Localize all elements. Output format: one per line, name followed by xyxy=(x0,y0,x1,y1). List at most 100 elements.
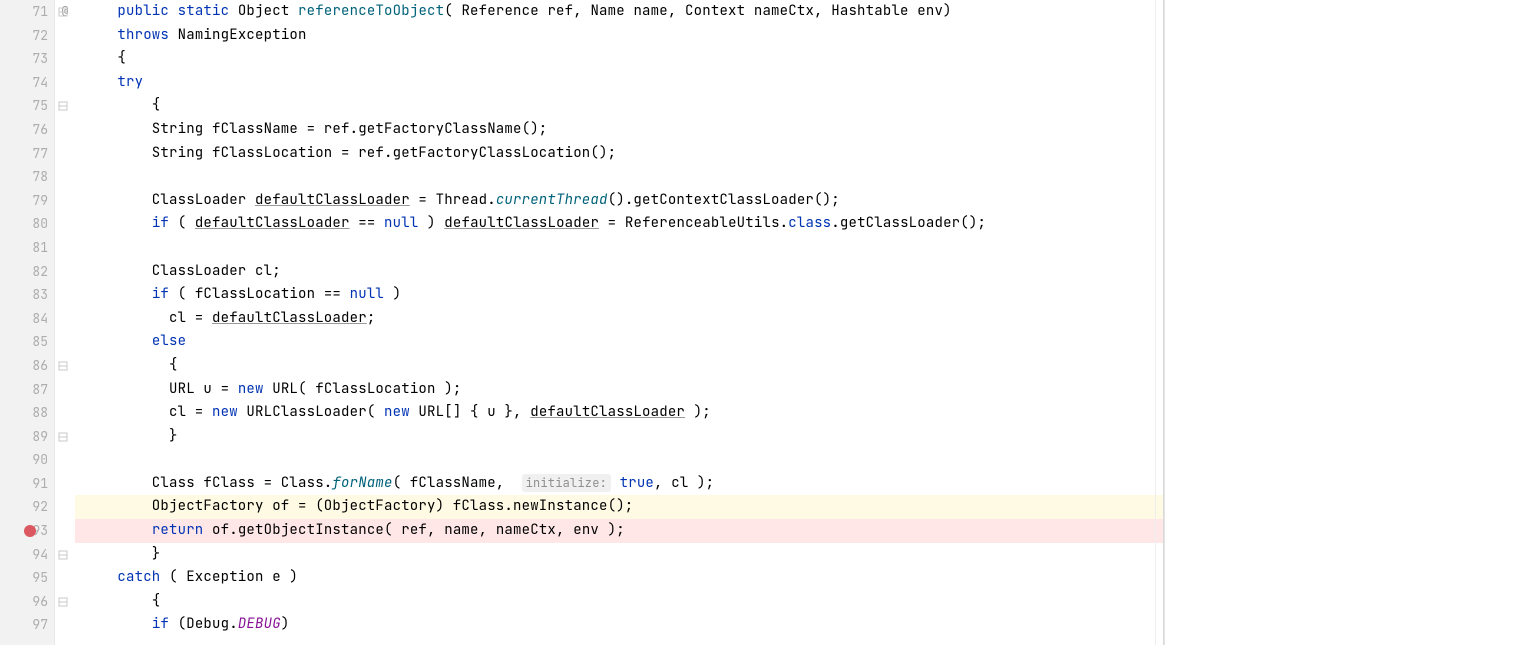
gutter-marker[interactable] xyxy=(55,142,75,166)
line-number[interactable]: 81 xyxy=(0,236,54,260)
gutter-marker[interactable] xyxy=(55,519,75,543)
gutter-marker[interactable] xyxy=(55,495,75,519)
gutter-marker[interactable] xyxy=(55,613,75,637)
gutter-marker[interactable]: @ xyxy=(55,0,75,24)
line-number[interactable]: 78 xyxy=(0,165,54,189)
code-line[interactable]: { xyxy=(75,354,1164,378)
code-token: new xyxy=(384,403,410,421)
line-number[interactable]: 75 xyxy=(0,94,54,118)
gutter-marker[interactable] xyxy=(55,543,75,567)
line-number[interactable]: 86 xyxy=(0,354,54,378)
gutter-marker[interactable] xyxy=(55,94,75,118)
gutter-marker[interactable] xyxy=(55,260,75,284)
code-token: try xyxy=(117,73,143,91)
code-line[interactable] xyxy=(75,448,1164,472)
line-number[interactable]: 82 xyxy=(0,260,54,284)
code-line[interactable]: if ( fClassLocation == null ) xyxy=(75,283,1164,307)
gutter-marker[interactable] xyxy=(55,472,75,496)
line-number[interactable]: 85 xyxy=(0,330,54,354)
gutter-marker[interactable] xyxy=(55,448,75,472)
line-number[interactable]: 80 xyxy=(0,212,54,236)
line-number[interactable]: 94 xyxy=(0,543,54,567)
line-number[interactable]: 90 xyxy=(0,448,54,472)
marker-column[interactable]: @ xyxy=(55,0,75,645)
line-number[interactable]: 89 xyxy=(0,425,54,449)
gutter-marker[interactable] xyxy=(55,354,75,378)
right-margin-ruler xyxy=(1155,0,1156,645)
gutter-marker[interactable] xyxy=(55,330,75,354)
line-number[interactable]: 79 xyxy=(0,189,54,213)
gutter-marker[interactable] xyxy=(55,236,75,260)
gutter-marker[interactable] xyxy=(55,212,75,236)
code-line[interactable]: try xyxy=(75,71,1164,95)
fold-icon[interactable] xyxy=(58,432,68,442)
code-line[interactable]: String fClassLocation = ref.getFactoryCl… xyxy=(75,142,1164,166)
line-number[interactable]: 83 xyxy=(0,283,54,307)
line-number[interactable]: 88 xyxy=(0,401,54,425)
line-number[interactable]: 77 xyxy=(0,142,54,166)
code-line[interactable]: Class fClass = Class.forName( fClassName… xyxy=(75,472,1164,496)
code-line[interactable] xyxy=(75,165,1164,189)
code-line[interactable] xyxy=(75,236,1164,260)
code-line[interactable]: { xyxy=(75,94,1164,118)
gutter-marker[interactable] xyxy=(55,165,75,189)
line-number[interactable]: 91 xyxy=(0,472,54,496)
code-line[interactable]: throws NamingException xyxy=(75,24,1164,48)
line-number-gutter[interactable]: 7172737475767778798081828384858687888990… xyxy=(0,0,55,645)
code-token: defaultClassLoader xyxy=(530,403,685,421)
fold-icon[interactable] xyxy=(58,597,68,607)
code-line[interactable]: catch ( Exception e ) xyxy=(75,566,1164,590)
code-token: return xyxy=(152,521,204,539)
gutter-marker[interactable] xyxy=(55,47,75,71)
gutter-marker[interactable] xyxy=(55,566,75,590)
code-line[interactable]: else xyxy=(75,330,1164,354)
line-number[interactable]: 92 xyxy=(0,495,54,519)
code-line[interactable]: { xyxy=(75,47,1164,71)
gutter-marker[interactable] xyxy=(55,189,75,213)
right-margin xyxy=(1165,0,1535,645)
code-token: forName xyxy=(332,474,392,492)
code-token: class xyxy=(788,214,831,232)
breakpoint-icon[interactable] xyxy=(24,525,36,537)
code-line[interactable]: String fClassName = ref.getFactoryClassN… xyxy=(75,118,1164,142)
gutter-marker[interactable] xyxy=(55,307,75,331)
code-token: throws xyxy=(117,26,169,44)
line-number[interactable]: 71 xyxy=(0,0,54,24)
line-number[interactable]: 72 xyxy=(0,24,54,48)
line-number[interactable]: 84 xyxy=(0,307,54,331)
code-line[interactable]: if (Debug.DEBUG) xyxy=(75,613,1164,637)
code-line[interactable]: ClassLoader cl; xyxy=(75,260,1164,284)
code-line[interactable]: } xyxy=(75,425,1164,449)
gutter-marker[interactable] xyxy=(55,71,75,95)
code-line[interactable]: ClassLoader defaultClassLoader = Thread.… xyxy=(75,189,1164,213)
gutter-marker[interactable] xyxy=(55,283,75,307)
fold-icon[interactable] xyxy=(58,550,68,560)
gutter-marker[interactable] xyxy=(55,425,75,449)
code-line[interactable]: return of.getObjectInstance( ref, name, … xyxy=(75,519,1164,543)
code-line[interactable]: public static Object referenceToObject( … xyxy=(75,0,1164,24)
code-line[interactable]: } xyxy=(75,543,1164,567)
fold-icon[interactable] xyxy=(58,7,68,17)
code-line[interactable]: cl = new URLClassLoader( new URL[] { u }… xyxy=(75,401,1164,425)
gutter-marker[interactable] xyxy=(55,24,75,48)
code-line[interactable]: if ( defaultClassLoader == null ) defaul… xyxy=(75,212,1164,236)
code-line[interactable]: { xyxy=(75,590,1164,614)
code-line[interactable]: cl = defaultClassLoader; xyxy=(75,307,1164,331)
gutter-marker[interactable] xyxy=(55,590,75,614)
line-number[interactable]: 74 xyxy=(0,71,54,95)
gutter-marker[interactable] xyxy=(55,401,75,425)
code-token: true xyxy=(620,474,654,492)
code-line[interactable]: ObjectFactory of = (ObjectFactory) fClas… xyxy=(75,495,1164,519)
line-number[interactable]: 73 xyxy=(0,47,54,71)
code-line[interactable]: URL u = new URL( fClassLocation ); xyxy=(75,378,1164,402)
fold-icon[interactable] xyxy=(58,361,68,371)
line-number[interactable]: 76 xyxy=(0,118,54,142)
line-number[interactable]: 97 xyxy=(0,613,54,637)
line-number[interactable]: 95 xyxy=(0,566,54,590)
line-number[interactable]: 87 xyxy=(0,378,54,402)
gutter-marker[interactable] xyxy=(55,118,75,142)
code-area[interactable]: public static Object referenceToObject( … xyxy=(75,0,1165,645)
gutter-marker[interactable] xyxy=(55,378,75,402)
line-number[interactable]: 96 xyxy=(0,590,54,614)
fold-icon[interactable] xyxy=(58,101,68,111)
